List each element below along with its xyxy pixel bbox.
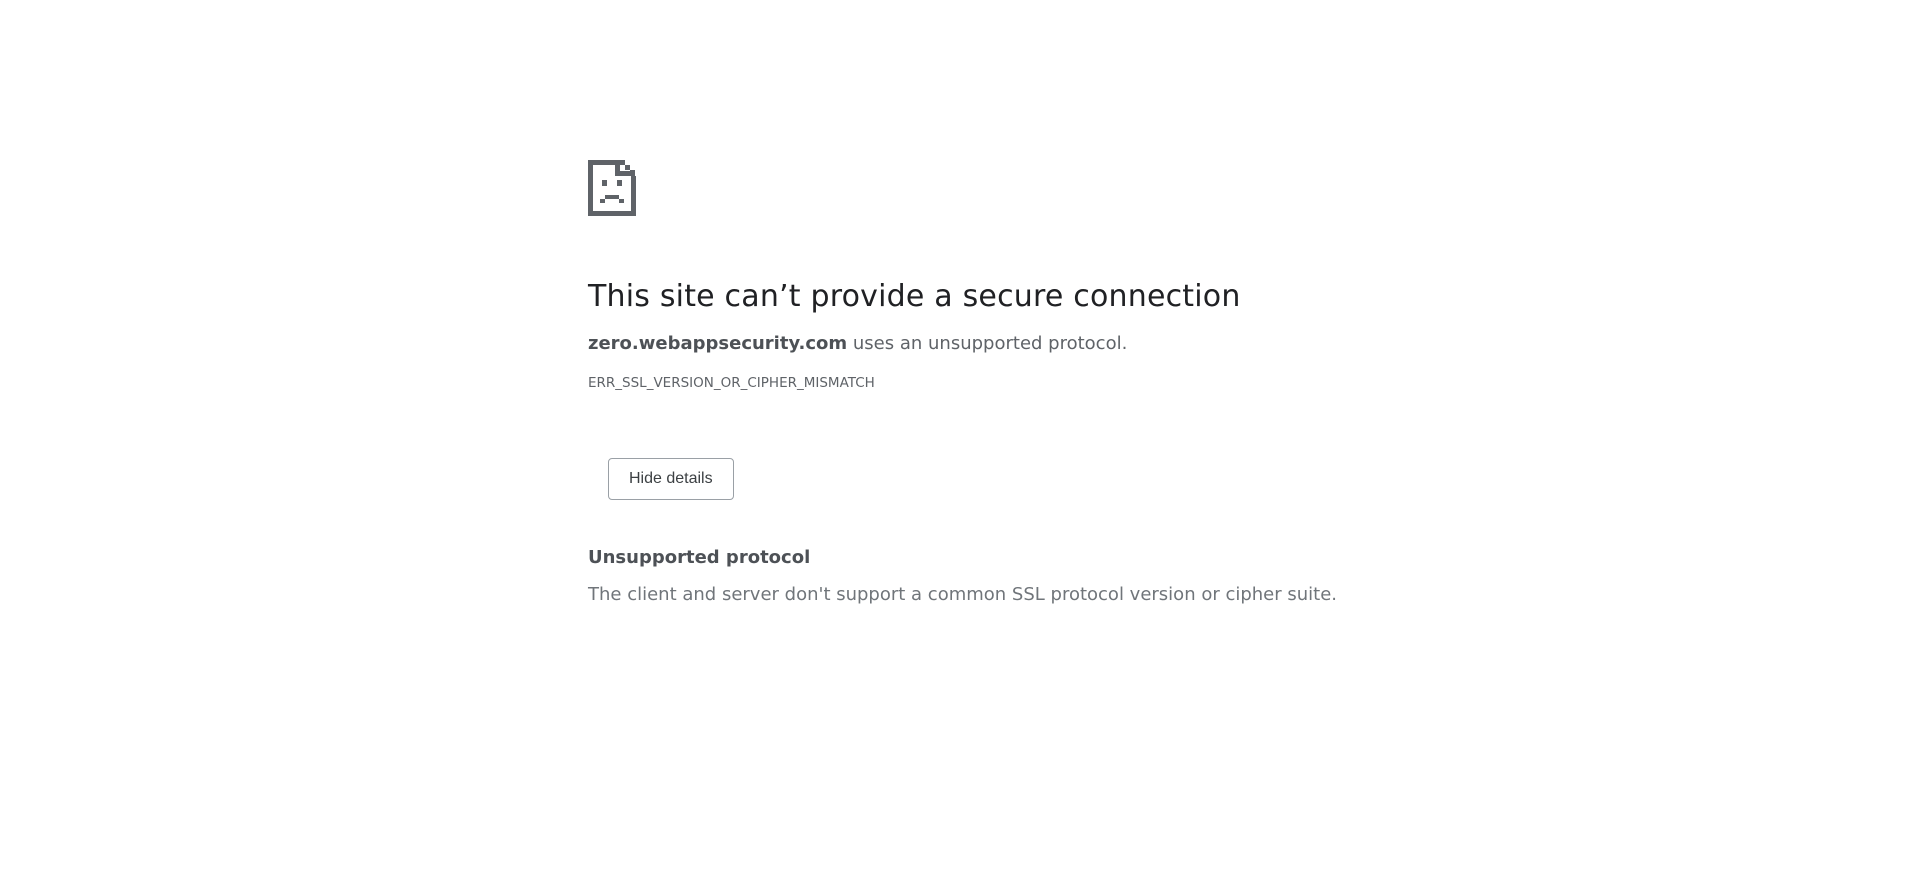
error-code: ERR_SSL_VERSION_OR_CIPHER_MISMATCH [588, 375, 875, 391]
hide-details-button[interactable]: Hide details [608, 458, 734, 500]
details-heading: Unsupported protocol [588, 547, 811, 568]
page-title: This site can’t provide a secure connect… [588, 279, 1241, 314]
host-name: zero.webappsecurity.com [588, 333, 848, 354]
error-page: This site can’t provide a secure connect… [588, 160, 1348, 608]
summary-message: uses an unsupported protocol. [847, 333, 1128, 354]
error-summary: zero.webappsecurity.com uses an unsuppor… [588, 330, 1348, 358]
sad-page-icon [588, 160, 636, 216]
details-panel: Unsupported protocol The client and serv… [588, 546, 1348, 608]
details-text: The client and server don't support a co… [588, 584, 1338, 605]
